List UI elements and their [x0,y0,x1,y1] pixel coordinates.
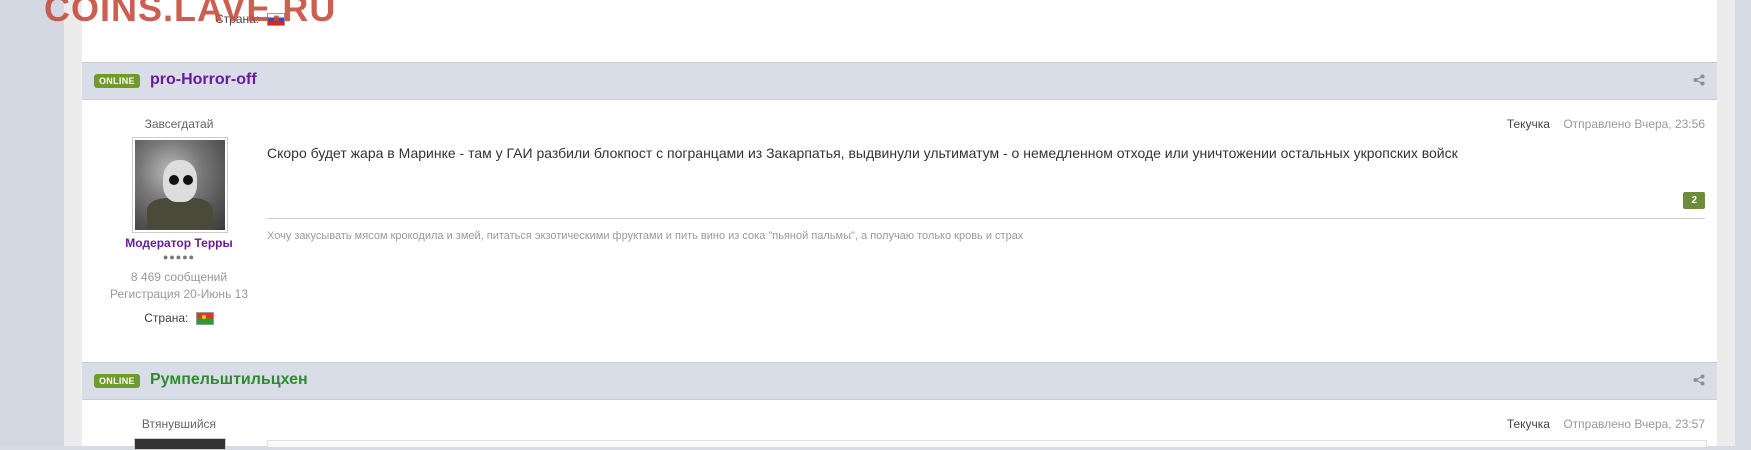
post-topic-tag[interactable]: Текучка [1507,417,1550,431]
post-count: 8 469 сообщений [130,270,228,284]
country-label: Страна: [144,311,189,325]
post-meta: Текучка Отправлено Вчера, 23:57 [1507,417,1705,431]
author-name-link[interactable]: Румпельштильцхен [150,371,308,389]
avatar[interactable] [134,438,226,450]
reputation-badge[interactable]: 2 [1683,192,1705,209]
post-header: ONLINE pro-Horror-off [82,62,1717,100]
share-icon[interactable] [1693,74,1705,86]
post-meta: Текучка Отправлено Вчера, 23:56 [1507,117,1705,131]
online-status-badge: ONLINE [94,74,140,88]
author-name-link[interactable]: pro-Horror-off [150,71,257,89]
user-rank: Втянувшийся [141,417,217,431]
user-signature: Хочу закусывать мясом крокодила и змей, … [267,230,1024,242]
rank-pips: ●●●●● [162,252,196,262]
burkina-faso-flag-icon [195,312,214,326]
forum-page: Страна: ONLINE pro-Horror-off Завсегдата… [64,0,1735,450]
post-timestamp[interactable]: Отправлено Вчера, 23:57 [1563,417,1705,431]
share-icon[interactable] [1693,374,1705,386]
post-content: Скоро будет жара в Маринке - там у ГАИ р… [267,145,1458,161]
post-timestamp[interactable]: Отправлено Вчера, 23:56 [1563,117,1705,131]
user-group: Модератор Терры [125,236,233,250]
post-topic-tag[interactable]: Текучка [1507,117,1550,131]
user-country: Страна: [99,311,259,326]
avatar[interactable] [132,137,228,233]
user-rank: Завсегдатай [144,117,214,131]
registration-date: Регистрация 20-Июнь 13 [109,287,248,301]
signature-divider [267,218,1705,219]
site-watermark: COINS.LAVE.RU [44,0,337,29]
online-status-badge: ONLINE [94,374,140,388]
page-background-left [0,0,64,446]
avatar-image [135,140,225,230]
post-header: ONLINE Румпельштильцхен [82,362,1717,400]
topic-container: Страна: ONLINE pro-Horror-off Завсегдата… [82,0,1717,450]
